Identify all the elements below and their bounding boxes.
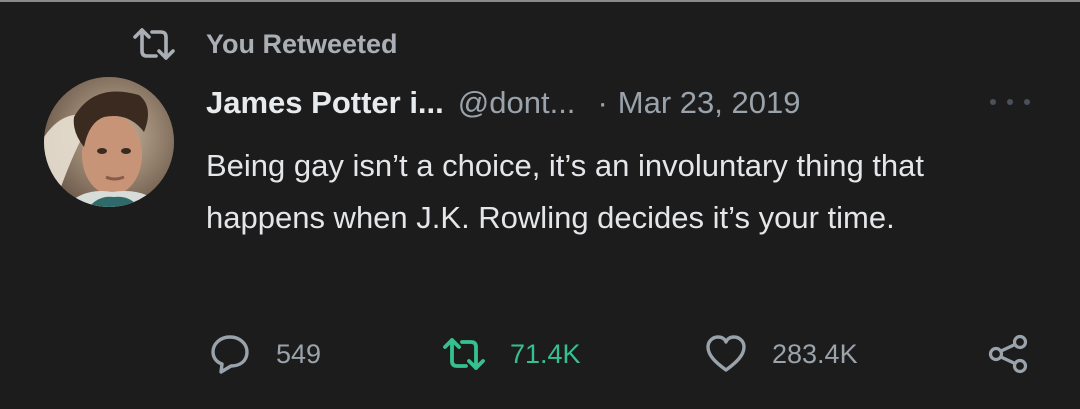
reply-button[interactable]: 549 bbox=[208, 330, 321, 378]
tweet-header: James Potter i... @dont... · Mar 23, 201… bbox=[206, 80, 800, 126]
heart-icon bbox=[704, 332, 748, 376]
tweet-date[interactable]: Mar 23, 2019 bbox=[618, 85, 801, 121]
separator-dot: · bbox=[597, 85, 608, 120]
more-dot bbox=[1007, 99, 1013, 105]
retweet-button[interactable]: 71.4K bbox=[442, 330, 581, 378]
more-options-icon[interactable] bbox=[990, 92, 1030, 112]
retweet-count: 71.4K bbox=[510, 338, 581, 369]
share-icon bbox=[986, 332, 1030, 376]
avatar-image bbox=[44, 77, 174, 207]
retweet-icon bbox=[132, 24, 176, 64]
like-count: 283.4K bbox=[772, 338, 858, 369]
share-button[interactable] bbox=[986, 330, 1030, 378]
more-dot bbox=[1024, 99, 1030, 105]
reply-icon bbox=[208, 332, 252, 376]
avatar[interactable] bbox=[44, 77, 174, 207]
display-name[interactable]: James Potter i... bbox=[206, 85, 444, 121]
more-dot bbox=[990, 99, 996, 105]
retweet-context-label: You Retweeted bbox=[206, 28, 398, 59]
tweet-actions: 549 71.4K 283.4K bbox=[0, 330, 1080, 378]
retweet-icon bbox=[442, 332, 486, 376]
tweet-text: Being gay isn’t a choice, it’s an involu… bbox=[206, 148, 925, 235]
user-handle[interactable]: @dont... bbox=[458, 85, 576, 121]
reply-count: 549 bbox=[276, 338, 322, 369]
top-divider bbox=[0, 0, 1080, 2]
like-button[interactable]: 283.4K bbox=[704, 330, 858, 378]
retweet-context: You Retweeted bbox=[132, 24, 398, 64]
